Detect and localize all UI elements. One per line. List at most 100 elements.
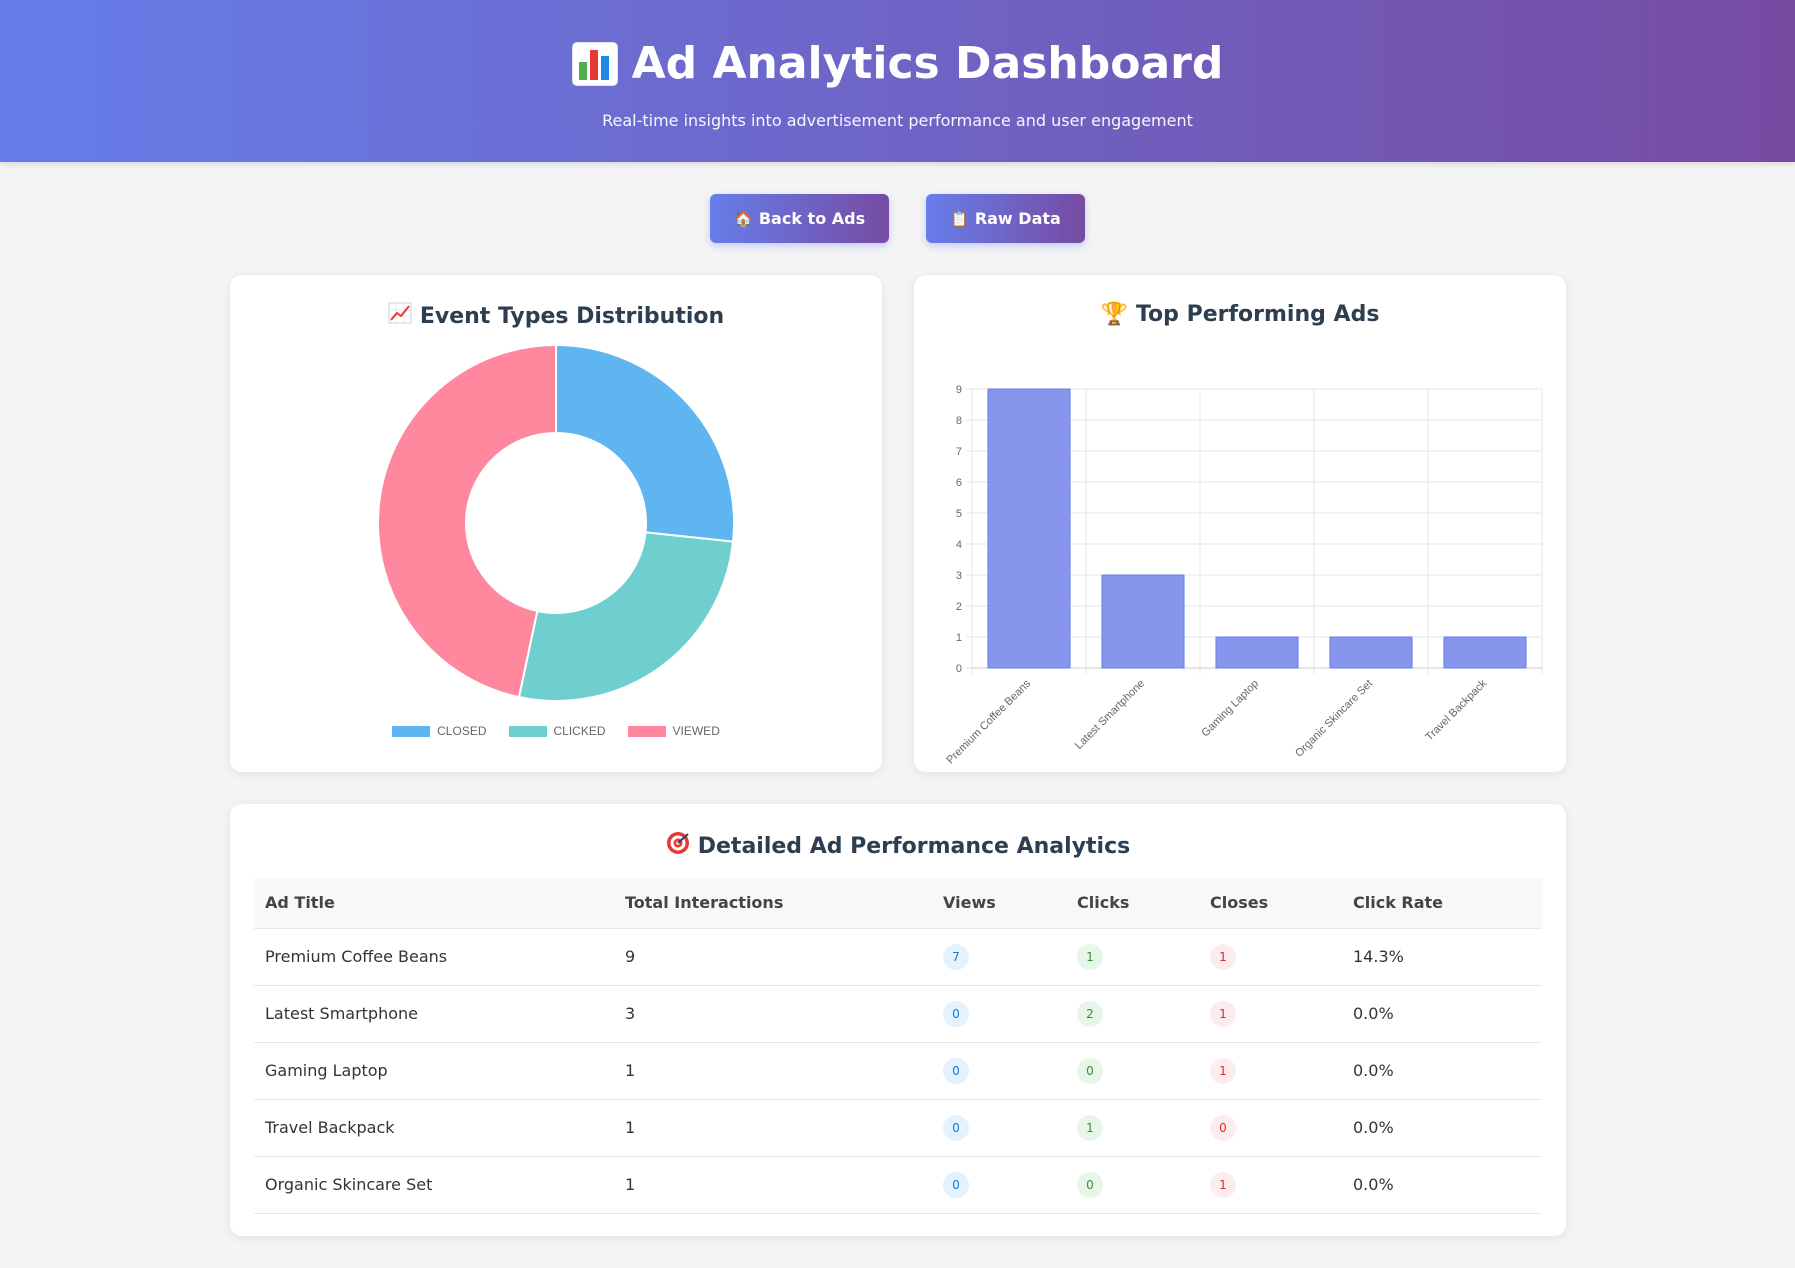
legend-item-clicked[interactable]: CLICKED bbox=[508, 724, 606, 738]
event-types-title: Event Types Distribution bbox=[230, 302, 882, 330]
cell-ad-title: Gaming Laptop bbox=[254, 1042, 614, 1100]
table-row: Latest Smartphone 3 0 2 1 0.0% bbox=[254, 985, 1542, 1043]
column-header-ad-title[interactable]: Ad Title bbox=[254, 878, 614, 929]
views-badge: 0 bbox=[943, 1171, 969, 1198]
cell-clicks: 0 bbox=[1066, 1042, 1199, 1100]
top-ads-title: 🏆 Top Performing Ads bbox=[914, 302, 1566, 327]
cell-closes: 1 bbox=[1199, 1156, 1342, 1214]
y-tick-label: 7 bbox=[956, 446, 962, 458]
cell-click-rate: 0.0% bbox=[1342, 1156, 1542, 1214]
closes-badge: 1 bbox=[1210, 943, 1236, 970]
x-tick-label: Gaming Laptop bbox=[1199, 678, 1261, 740]
cell-closes: 1 bbox=[1199, 928, 1342, 986]
column-header-total-interactions[interactable]: Total Interactions bbox=[614, 878, 932, 929]
clicks-badge: 1 bbox=[1077, 1114, 1103, 1141]
cell-views: 0 bbox=[932, 1099, 1066, 1157]
x-tick-label: Travel Backpack bbox=[1423, 677, 1489, 743]
bar-premium-coffee-beans[interactable] bbox=[987, 388, 1071, 669]
top-ads-bar-chart: 0 1 2 3 4 5 6 7 8 9 Premium Coffee Beans Latest Sma… bbox=[944, 384, 1543, 766]
closes-badge: 1 bbox=[1210, 1000, 1236, 1027]
clicks-badge: 1 bbox=[1077, 943, 1103, 970]
event-types-title-text: Event Types Distribution bbox=[419, 303, 725, 329]
raw-data-button[interactable]: 📋 Raw Data bbox=[926, 194, 1085, 243]
cell-clicks: 2 bbox=[1066, 985, 1199, 1043]
bar-chart-icon bbox=[571, 41, 618, 86]
table-row: Travel Backpack 1 0 1 0 0.0% bbox=[254, 1099, 1542, 1157]
x-tick-label: Latest Smartphone bbox=[1073, 678, 1147, 752]
donut-slice-viewed[interactable] bbox=[377, 345, 557, 699]
cell-ad-title: Travel Backpack bbox=[254, 1099, 614, 1157]
cell-ad-title: Latest Smartphone bbox=[254, 985, 614, 1043]
performance-table-title: Detailed Ad Performance Analytics bbox=[230, 831, 1566, 861]
legend-item-viewed[interactable]: VIEWED bbox=[627, 724, 720, 738]
cell-ad-title: Premium Coffee Beans bbox=[254, 928, 614, 986]
cell-views: 0 bbox=[932, 985, 1066, 1043]
cell-closes: 1 bbox=[1199, 985, 1342, 1043]
cell-click-rate: 0.0% bbox=[1342, 1099, 1542, 1157]
column-header-closes[interactable]: Closes bbox=[1199, 878, 1342, 929]
cell-click-rate: 0.0% bbox=[1342, 985, 1542, 1043]
clipboard-icon: 📋 bbox=[950, 209, 969, 228]
column-header-views[interactable]: Views bbox=[932, 878, 1066, 929]
event-types-donut-chart bbox=[377, 345, 735, 702]
closes-badge: 1 bbox=[1210, 1171, 1236, 1198]
legend-swatch bbox=[392, 725, 431, 737]
column-header-click-rate[interactable]: Click Rate bbox=[1342, 878, 1542, 929]
y-tick-label: 5 bbox=[956, 508, 962, 520]
performance-table-card: Detailed Ad Performance Analytics Ad Tit… bbox=[230, 804, 1566, 1236]
views-badge: 0 bbox=[943, 1000, 969, 1027]
top-ads-title-text: Top Performing Ads bbox=[1135, 302, 1380, 327]
y-tick-label: 4 bbox=[956, 539, 962, 551]
action-bar: 🏠 Back to Ads 📋 Raw Data bbox=[0, 194, 1795, 243]
donut-slice-clicked[interactable] bbox=[517, 531, 735, 702]
bar-latest-smartphone[interactable] bbox=[1101, 574, 1185, 669]
x-tick-label: Premium Coffee Beans bbox=[944, 677, 1033, 766]
cell-views: 7 bbox=[932, 928, 1066, 986]
trophy-icon: 🏆 bbox=[1100, 302, 1128, 327]
house-icon: 🏠 bbox=[734, 209, 753, 228]
bar-organic-skincare-set[interactable] bbox=[1329, 636, 1413, 669]
table-row: Premium Coffee Beans 9 7 1 1 14.3% bbox=[254, 928, 1542, 986]
clicks-badge: 0 bbox=[1077, 1171, 1103, 1198]
clicks-badge: 2 bbox=[1077, 1000, 1103, 1027]
performance-table-title-text: Detailed Ad Performance Analytics bbox=[697, 833, 1131, 859]
cell-closes: 1 bbox=[1199, 1042, 1342, 1100]
cell-closes: 0 bbox=[1199, 1099, 1342, 1157]
x-tick-label: Organic Skincare Set bbox=[1293, 678, 1375, 760]
bar-travel-backpack[interactable] bbox=[1443, 636, 1527, 669]
cell-click-rate: 0.0% bbox=[1342, 1042, 1542, 1100]
legend-item-closed[interactable]: CLOSED bbox=[392, 724, 487, 738]
table-row: Organic Skincare Set 1 0 0 1 0.0% bbox=[254, 1156, 1542, 1214]
legend-label: CLOSED bbox=[437, 724, 487, 738]
y-tick-label: 2 bbox=[956, 601, 962, 613]
table-row: Gaming Laptop 1 0 0 1 0.0% bbox=[254, 1042, 1542, 1100]
top-ads-card: 🏆 Top Performing Ads 0 1 2 3 4 5 6 7 8 9 Premium C… bbox=[914, 275, 1566, 772]
performance-table: Ad Title Total Interactions Views Clicks… bbox=[254, 878, 1542, 1214]
event-types-card: Event Types Distribution CLOSED CLICKED VI… bbox=[230, 275, 882, 772]
chart-increasing-icon bbox=[388, 302, 412, 330]
views-badge: 0 bbox=[943, 1114, 969, 1141]
page-subtitle: Real-time insights into advertisement pe… bbox=[602, 111, 1193, 130]
y-tick-label: 0 bbox=[956, 663, 962, 675]
clicks-badge: 0 bbox=[1077, 1057, 1103, 1084]
column-header-clicks[interactable]: Clicks bbox=[1066, 878, 1199, 929]
cell-ad-title: Organic Skincare Set bbox=[254, 1156, 614, 1214]
y-tick-label: 8 bbox=[956, 415, 962, 427]
y-tick-label: 3 bbox=[956, 570, 962, 582]
target-icon bbox=[666, 831, 690, 861]
views-badge: 0 bbox=[943, 1057, 969, 1084]
cell-total-interactions: 1 bbox=[614, 1099, 932, 1157]
legend-label: CLICKED bbox=[553, 724, 606, 738]
page-title-text: Ad Analytics Dashboard bbox=[631, 38, 1224, 89]
donut-slice-closed[interactable] bbox=[555, 345, 735, 543]
raw-data-label: Raw Data bbox=[974, 209, 1061, 228]
cell-total-interactions: 1 bbox=[614, 1156, 932, 1214]
cell-click-rate: 14.3% bbox=[1342, 928, 1542, 986]
y-tick-label: 6 bbox=[956, 477, 962, 489]
closes-badge: 0 bbox=[1210, 1114, 1236, 1141]
back-to-ads-button[interactable]: 🏠 Back to Ads bbox=[710, 194, 890, 243]
views-badge: 7 bbox=[943, 943, 969, 970]
cell-views: 0 bbox=[932, 1156, 1066, 1214]
cell-clicks: 1 bbox=[1066, 928, 1199, 986]
bar-gaming-laptop[interactable] bbox=[1215, 636, 1299, 669]
